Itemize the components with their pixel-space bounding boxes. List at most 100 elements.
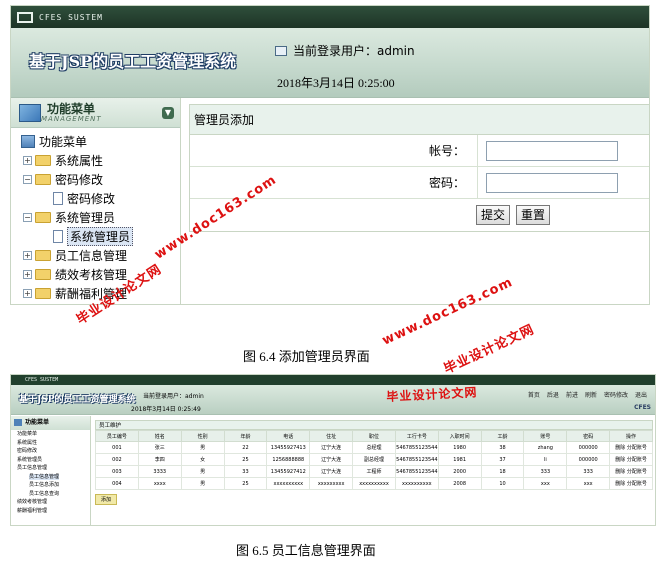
tree-item[interactable]: 功能菜单 bbox=[11, 430, 90, 439]
tree-item-label: 系统属性 bbox=[17, 439, 38, 446]
column-header: 职位 bbox=[352, 430, 396, 442]
column-header: 账号 bbox=[523, 430, 568, 442]
folder-open-icon bbox=[35, 212, 51, 223]
document-icon bbox=[53, 192, 63, 205]
tree-item-password-edit[interactable]: 密码修改 bbox=[21, 189, 180, 208]
menu-title: 功能菜单 bbox=[47, 101, 96, 116]
expand-icon[interactable]: + bbox=[23, 289, 32, 298]
row-actions[interactable]: 删除 分配账号 bbox=[609, 465, 653, 478]
top-toolbar: 首页 后退 前进 刷新 密码修改 退出 bbox=[528, 390, 647, 399]
menu-cube-icon bbox=[14, 419, 22, 426]
column-header: 年龄 bbox=[223, 430, 268, 442]
table-row: 003 3333 男 33 13455927412 辽宁大连 工程师 54678… bbox=[95, 465, 653, 478]
table-cell: 张三 bbox=[137, 441, 182, 454]
button-row: 提交 重置 bbox=[190, 199, 649, 231]
submit-button[interactable]: 提交 bbox=[476, 205, 511, 225]
folder-icon bbox=[35, 269, 51, 280]
table-cell: 1256888888 bbox=[266, 453, 311, 466]
collapse-tree-icon[interactable]: − bbox=[23, 175, 32, 184]
password-label: 密码： bbox=[190, 167, 478, 198]
back-link[interactable]: 后退 bbox=[547, 390, 559, 399]
table-cell: zhang bbox=[523, 441, 568, 454]
tree-item-label: 系统管理员 bbox=[67, 227, 134, 246]
table-cell: xxx bbox=[523, 477, 568, 490]
system-name: 基于JSP的员工工资管理系统 bbox=[29, 52, 237, 71]
table-header-row: 员工编号 姓名 性别 年龄 电话 住址 职位 工行卡号 入职时间 工龄 账号 密… bbox=[95, 430, 653, 442]
table-cell: 22 bbox=[223, 441, 268, 454]
row-actions[interactable]: 删除 分配账号 bbox=[609, 441, 653, 454]
tree-item[interactable]: 员工信息查询 bbox=[11, 490, 90, 499]
tree-item[interactable]: 系统管理员 bbox=[11, 456, 90, 465]
tree-item[interactable]: 员工信息管理 bbox=[11, 473, 90, 482]
panel-title: 员工维护 bbox=[95, 420, 653, 430]
table-cell: 18 bbox=[480, 465, 525, 478]
tree-item[interactable]: 密码修改 bbox=[11, 447, 90, 456]
tree-item-label: 系统管理员 bbox=[17, 456, 43, 463]
table-cell: 辽宁大连 bbox=[309, 441, 354, 454]
tree-item[interactable]: 系统属性 bbox=[11, 439, 90, 448]
tree-item-password[interactable]: − 密码修改 bbox=[21, 170, 180, 189]
table-cell: 李四 bbox=[137, 453, 182, 466]
change-password-link[interactable]: 密码修改 bbox=[604, 390, 628, 399]
table-cell: xxxxxxxxx bbox=[309, 477, 354, 490]
column-header: 姓名 bbox=[137, 430, 182, 442]
main-content: 员工维护 员工编号 姓名 性别 年龄 电话 住址 职位 工行卡号 入职时间 工龄… bbox=[95, 420, 653, 505]
account-label: 帐号： bbox=[190, 135, 478, 166]
row-actions[interactable]: 删除 分配账号 bbox=[609, 477, 653, 490]
password-input[interactable] bbox=[486, 172, 618, 193]
tree-item-label: 系统管理员 bbox=[55, 211, 116, 225]
folder-icon bbox=[35, 288, 51, 299]
expand-icon[interactable]: + bbox=[23, 270, 32, 279]
tree-item-label: 薪酬福利管理 bbox=[17, 507, 48, 514]
logout-link[interactable]: 退出 bbox=[635, 390, 647, 399]
refresh-link[interactable]: 刷新 bbox=[585, 390, 597, 399]
table-cell: 辽宁大连 bbox=[309, 465, 354, 478]
column-header: 入职时间 bbox=[437, 430, 482, 442]
table-cell: xxxxxxxxxx bbox=[394, 477, 439, 490]
tree-item-label: 密码修改 bbox=[55, 173, 104, 187]
tree-root[interactable]: 功能菜单 bbox=[21, 132, 180, 151]
table-cell: 总经理 bbox=[352, 441, 396, 454]
tree-item-admins[interactable]: − 系统管理员 bbox=[21, 208, 180, 227]
table-row: 001 张三 男 22 13455927413 辽宁大连 总经理 5467855… bbox=[95, 441, 653, 454]
tree-item[interactable]: 员工信息管理 bbox=[11, 464, 90, 473]
forward-link[interactable]: 前进 bbox=[566, 390, 578, 399]
system-name: 基于JSP的员工工资管理系统 bbox=[19, 395, 136, 405]
admin-add-screenshot: CFES SUSTEM 基于JSP的员工工资管理系统 当前登录用户：admin … bbox=[10, 5, 650, 305]
add-button[interactable]: 添加 bbox=[95, 494, 118, 505]
tree-item-label: 员工信息管理 bbox=[29, 473, 60, 480]
function-menu: 功能菜单 功能菜单 系统属性 密码修改 系统管理员 员工信息管理 员工信息管理 … bbox=[11, 416, 91, 525]
expand-icon[interactable]: + bbox=[23, 156, 32, 165]
app-code: CFES SUSTEM bbox=[39, 12, 103, 22]
collapse-icon[interactable]: ▼ bbox=[162, 107, 174, 119]
home-link[interactable]: 首页 bbox=[528, 390, 540, 399]
table-cell: 10 bbox=[480, 477, 525, 490]
table-cell: 38 bbox=[480, 441, 525, 454]
table-cell: 5467855123544 bbox=[394, 465, 439, 478]
tree-item[interactable]: 薪酬福利管理 bbox=[11, 507, 90, 516]
menu-title: 功能菜单 bbox=[25, 419, 50, 426]
tree-item-admin-manage[interactable]: 系统管理员 bbox=[21, 227, 180, 246]
account-row: 帐号： bbox=[190, 135, 649, 167]
column-header: 性别 bbox=[180, 430, 225, 442]
figure-caption-1: 图 6.4 添加管理员界面 bbox=[243, 349, 370, 364]
table-cell: 男 bbox=[180, 441, 225, 454]
row-actions[interactable]: 删除 分配账号 bbox=[609, 453, 653, 466]
tree-item[interactable]: 绩效考核管理 bbox=[11, 498, 90, 507]
column-header: 工行卡号 bbox=[394, 430, 439, 442]
tree-item-label: 员工信息查询 bbox=[29, 490, 60, 497]
table-cell: 男 bbox=[180, 465, 225, 478]
table-cell: 001 bbox=[95, 441, 139, 454]
reset-button[interactable]: 重置 bbox=[516, 205, 551, 225]
tree-item[interactable]: 员工信息添加 bbox=[11, 481, 90, 490]
table-row: 002 李四 女 25 1256888888 辽宁大连 副总经理 5467855… bbox=[95, 453, 653, 466]
account-input[interactable] bbox=[486, 140, 618, 161]
menu-cube-icon bbox=[19, 103, 41, 122]
table-cell: 2000 bbox=[437, 465, 482, 478]
tree-item-system-properties[interactable]: + 系统属性 bbox=[21, 151, 180, 170]
document-icon bbox=[53, 230, 63, 243]
table-cell: 333 bbox=[566, 465, 611, 478]
expand-icon[interactable]: + bbox=[23, 251, 32, 260]
tree-item-label: 密码修改 bbox=[67, 192, 116, 206]
collapse-tree-icon[interactable]: − bbox=[23, 213, 32, 222]
